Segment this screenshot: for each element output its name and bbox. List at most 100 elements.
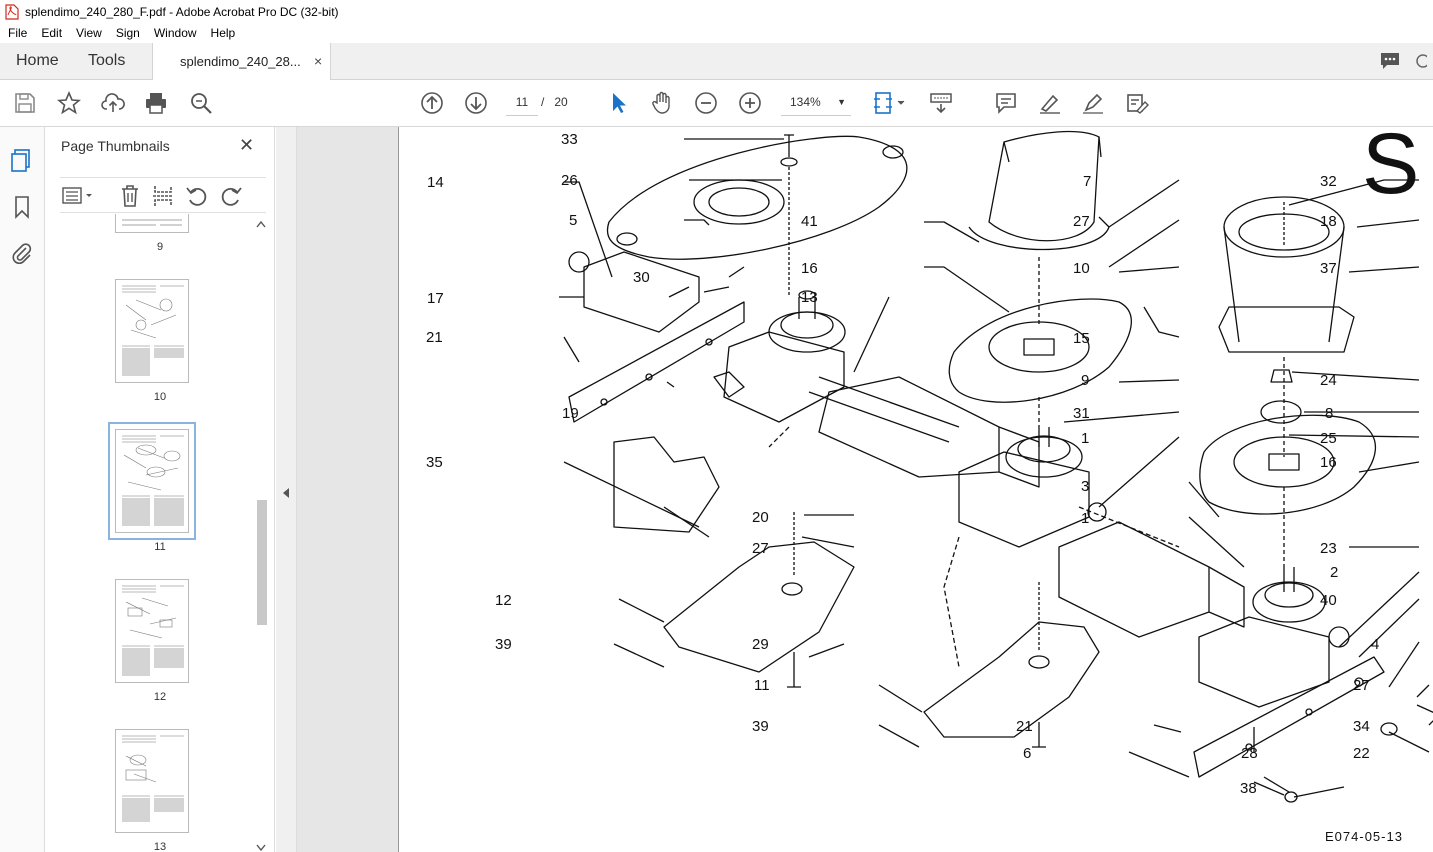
callout-label: 1 bbox=[1081, 510, 1090, 527]
callout-label: 39 bbox=[495, 636, 512, 653]
hand-tool-icon[interactable] bbox=[650, 91, 674, 115]
page-number-input[interactable]: 11 bbox=[506, 90, 538, 116]
callout-label: 27 bbox=[1353, 677, 1370, 694]
callout-label: 13 bbox=[801, 289, 818, 306]
menu-window[interactable]: Window bbox=[147, 26, 204, 40]
zoom-dropdown[interactable]: 134% ▼ bbox=[781, 90, 851, 116]
rotate-clockwise-icon[interactable] bbox=[220, 184, 242, 208]
thumbnail-label: 12 bbox=[153, 691, 167, 703]
page-down-icon[interactable] bbox=[464, 91, 488, 115]
rotate-counterclockwise-icon[interactable] bbox=[186, 184, 208, 208]
chevron-down-icon: ▼ bbox=[837, 97, 846, 107]
callout-label: 25 bbox=[1320, 430, 1337, 447]
panel-title: Page Thumbnails bbox=[61, 138, 170, 154]
scrollbar-thumb[interactable] bbox=[257, 500, 267, 625]
scroll-down-icon[interactable] bbox=[256, 844, 266, 852]
sign-pen-icon[interactable] bbox=[1081, 91, 1105, 115]
callout-label: 22 bbox=[1353, 745, 1370, 762]
thumbnail-preview bbox=[122, 435, 184, 526]
select-cursor-icon[interactable] bbox=[607, 91, 631, 115]
callout-label: 2 bbox=[1330, 564, 1339, 581]
comment-bubble-icon[interactable] bbox=[1379, 51, 1401, 71]
page-thumbnail[interactable] bbox=[115, 279, 189, 383]
tab-home[interactable]: Home bbox=[16, 52, 59, 70]
zoom-out-icon[interactable] bbox=[694, 91, 718, 115]
print-icon[interactable] bbox=[144, 91, 168, 115]
bookmark-icon[interactable] bbox=[10, 195, 34, 219]
page-thumbnails-icon[interactable] bbox=[10, 148, 34, 172]
exploded-parts-diagram bbox=[559, 130, 1433, 803]
thumbnails-panel: Page Thumbnails ✕ 9 10 11 12 13 bbox=[45, 127, 275, 852]
comment-icon[interactable] bbox=[994, 91, 1018, 115]
thumbnail-preview bbox=[122, 735, 184, 822]
thumbnail-preview bbox=[122, 285, 184, 376]
callout-label: 16 bbox=[1320, 454, 1337, 471]
callout-label: 14 bbox=[427, 174, 444, 191]
callout-label: 38 bbox=[1240, 780, 1257, 797]
fill-sign-icon[interactable] bbox=[1125, 91, 1149, 115]
page-up-icon[interactable] bbox=[420, 91, 444, 115]
star-icon[interactable] bbox=[57, 91, 81, 115]
thumbnail-list: 9 10 11 12 13 bbox=[45, 214, 275, 852]
menu-file[interactable]: File bbox=[0, 26, 34, 40]
callout-label: 19 bbox=[562, 405, 579, 422]
delete-page-icon[interactable] bbox=[119, 184, 141, 208]
extract-page-icon[interactable] bbox=[152, 184, 174, 208]
tab-bar: Home Tools splendimo_240_28... × bbox=[0, 43, 1433, 81]
page-separator: / bbox=[541, 95, 545, 109]
panel-close-button[interactable]: ✕ bbox=[239, 135, 254, 156]
thumbnail-label: 11 bbox=[154, 541, 166, 553]
menu-help[interactable]: Help bbox=[204, 26, 243, 40]
tab-close-button[interactable]: × bbox=[314, 53, 322, 69]
page-thumbnail-active[interactable] bbox=[108, 422, 196, 540]
panel-toolbar bbox=[60, 177, 266, 213]
collapse-left-icon[interactable] bbox=[282, 487, 290, 499]
panel-collapse-strip[interactable] bbox=[276, 127, 297, 852]
scroll-up-icon[interactable] bbox=[256, 220, 266, 228]
title-bar: splendimo_240_280_F.pdf - Adobe Acrobat … bbox=[0, 0, 1433, 23]
thumbnail-preview bbox=[122, 585, 184, 676]
fit-page-icon[interactable] bbox=[872, 91, 908, 115]
menu-sign[interactable]: Sign bbox=[109, 26, 147, 40]
profile-icon[interactable] bbox=[1415, 51, 1427, 71]
scroll-mode-icon[interactable] bbox=[929, 91, 953, 115]
callout-label: 6 bbox=[1023, 745, 1032, 762]
callout-label: 35 bbox=[426, 454, 443, 471]
callout-label: 17 bbox=[427, 290, 444, 307]
thumbnail-scrollbar[interactable] bbox=[255, 220, 267, 852]
pdf-file-icon bbox=[5, 3, 19, 20]
zoom-search-icon[interactable] bbox=[189, 91, 213, 115]
menu-view[interactable]: View bbox=[69, 26, 109, 40]
callout-label: 29 bbox=[752, 636, 769, 653]
highlight-pen-icon[interactable] bbox=[1038, 91, 1062, 115]
callout-label: 16 bbox=[801, 260, 818, 277]
zoom-in-icon[interactable] bbox=[738, 91, 762, 115]
window-title: splendimo_240_280_F.pdf - Adobe Acrobat … bbox=[25, 4, 339, 19]
callout-label: 41 bbox=[801, 213, 818, 230]
tab-document[interactable]: splendimo_240_28... × bbox=[152, 43, 331, 81]
thumbnail-label: 9 bbox=[156, 241, 164, 253]
callout-label: 39 bbox=[752, 718, 769, 735]
tab-tools[interactable]: Tools bbox=[88, 52, 125, 70]
page-thumbnail[interactable] bbox=[115, 579, 189, 683]
callout-label: 34 bbox=[1353, 718, 1370, 735]
callout-label: 27 bbox=[1073, 213, 1090, 230]
page-thumbnail[interactable] bbox=[115, 214, 189, 233]
main-toolbar bbox=[0, 80, 1433, 127]
callout-label: 28 bbox=[1241, 745, 1258, 762]
acrobat-window: splendimo_240_280_F.pdf - Adobe Acrobat … bbox=[0, 0, 1433, 852]
attachment-icon[interactable] bbox=[10, 241, 34, 265]
callout-label: 21 bbox=[1016, 718, 1033, 735]
callout-label: 40 bbox=[1320, 592, 1337, 609]
callout-label: 10 bbox=[1073, 260, 1090, 277]
menu-edit[interactable]: Edit bbox=[34, 26, 69, 40]
options-menu-icon[interactable] bbox=[62, 185, 96, 207]
callout-label: 5 bbox=[569, 212, 578, 229]
page-thumbnail[interactable] bbox=[115, 729, 189, 833]
callout-label: 1 bbox=[1081, 430, 1090, 447]
upload-cloud-icon[interactable] bbox=[101, 91, 125, 115]
document-viewport: S E074-05-13 33 26 5 14 30 17 21 19 35 1… bbox=[297, 127, 1433, 852]
callout-label: 33 bbox=[561, 131, 578, 148]
thumbnail-label: 10 bbox=[153, 391, 167, 403]
save-icon[interactable] bbox=[13, 91, 37, 115]
